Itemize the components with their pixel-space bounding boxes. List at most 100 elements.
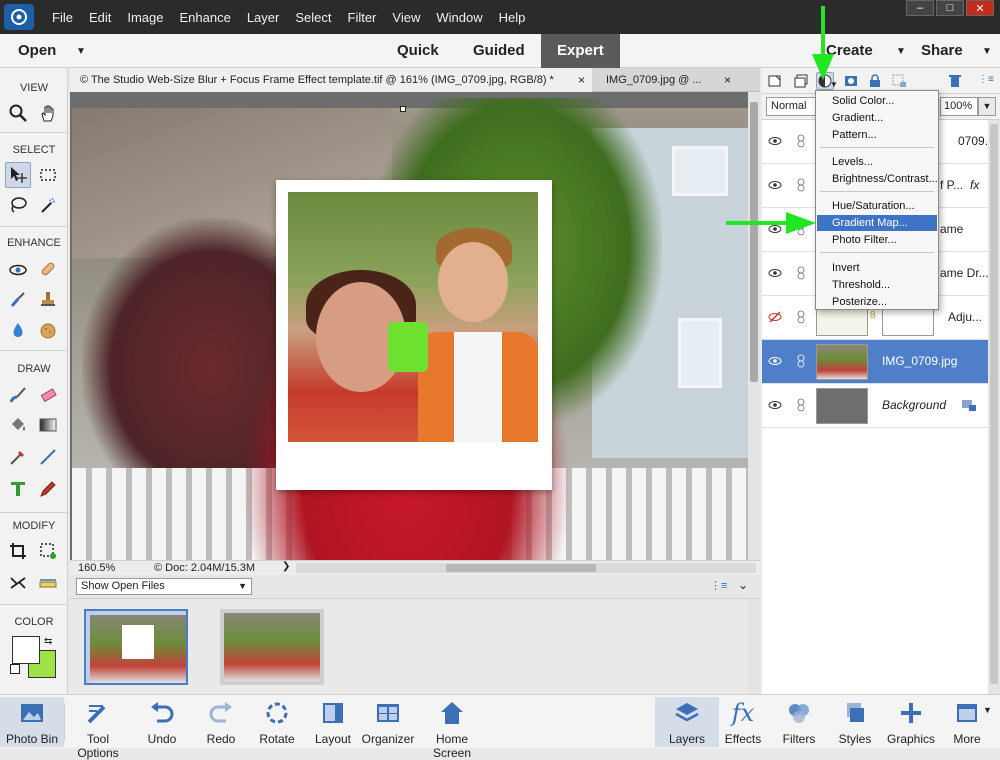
delete-layer-icon[interactable]: [946, 72, 964, 90]
content-aware-move-tool-icon[interactable]: [5, 570, 31, 596]
eyedropper-tool-icon[interactable]: [5, 444, 31, 470]
straighten-tool-icon[interactable]: [35, 570, 61, 596]
organizer-button[interactable]: Organizer: [356, 697, 420, 747]
share-button[interactable]: Share: [921, 42, 963, 59]
image-canvas[interactable]: [70, 92, 748, 560]
layer-row-selected[interactable]: IMG_0709.jpg: [762, 340, 988, 384]
bin-thumbnail-img-0709[interactable]: [220, 609, 324, 685]
menu-layer[interactable]: Layer: [239, 10, 288, 25]
lasso-tool-icon[interactable]: [5, 192, 31, 218]
effects-panel-button[interactable]: fx Effects: [711, 697, 775, 747]
eye-icon[interactable]: [768, 134, 782, 148]
tab-expert[interactable]: Expert: [541, 34, 620, 68]
marquee-tool-icon[interactable]: [35, 162, 61, 188]
hand-tool-icon[interactable]: [35, 100, 61, 126]
spot-healing-tool-icon[interactable]: [35, 256, 61, 282]
new-layer-icon[interactable]: [766, 72, 784, 90]
link-icon[interactable]: [796, 178, 806, 192]
panel-options-menu-icon[interactable]: ⋮≡: [978, 74, 994, 85]
eye-icon[interactable]: [768, 398, 782, 412]
eye-hidden-icon[interactable]: [768, 310, 782, 324]
link-icon[interactable]: [796, 354, 806, 368]
home-screen-button[interactable]: Home Screen: [420, 697, 484, 760]
clone-stamp-tool-icon[interactable]: [35, 286, 61, 312]
pencil-tool-icon[interactable]: [35, 476, 61, 502]
maximize-button[interactable]: □: [936, 0, 964, 16]
canvas-vertical-scroll-thumb[interactable]: [750, 102, 758, 382]
line-tool-icon[interactable]: [35, 444, 61, 470]
photo-bin-source-select[interactable]: Show Open Files ▼: [76, 578, 252, 595]
menu-item-photo-filter[interactable]: Photo Filter...: [817, 232, 937, 248]
menu-item-levels[interactable]: Levels...: [817, 154, 937, 170]
default-colors-icon[interactable]: [10, 664, 20, 674]
redo-button[interactable]: Redo: [189, 697, 253, 747]
status-menu-arrow-icon[interactable]: ❯: [282, 561, 290, 572]
filters-panel-button[interactable]: Filters: [767, 697, 831, 747]
opacity-input[interactable]: 100%: [940, 97, 978, 116]
opacity-dropdown-icon[interactable]: ▼: [978, 97, 996, 116]
canvas-vertical-scrollbar[interactable]: [748, 92, 760, 560]
brush-tool-icon[interactable]: [5, 382, 31, 408]
lock-all-pixels-icon[interactable]: [866, 72, 884, 90]
menu-file[interactable]: File: [44, 10, 81, 25]
link-icon[interactable]: [796, 398, 806, 412]
menu-item-pattern[interactable]: Pattern...: [817, 127, 937, 143]
transform-handle[interactable]: [400, 106, 406, 112]
layer-thumbnail[interactable]: [816, 388, 868, 424]
menu-image[interactable]: Image: [119, 10, 171, 25]
paint-bucket-tool-icon[interactable]: [5, 412, 31, 438]
canvas-horizontal-scrollbar[interactable]: [296, 563, 756, 573]
close-tab-icon[interactable]: ×: [724, 68, 731, 92]
eye-icon[interactable]: [768, 354, 782, 368]
layer-name[interactable]: Background: [882, 398, 946, 412]
layer-name[interactable]: ame: [940, 222, 963, 236]
open-dropdown-caret-icon[interactable]: ▼: [76, 46, 86, 57]
type-tool-icon[interactable]: [5, 476, 31, 502]
tool-options-button[interactable]: Tool Options: [66, 697, 130, 760]
foreground-color-swatch[interactable]: [12, 636, 40, 664]
tab-guided[interactable]: Guided: [457, 34, 541, 68]
link-icon[interactable]: [796, 310, 806, 324]
close-tab-icon[interactable]: ×: [578, 68, 585, 92]
link-icon[interactable]: [796, 134, 806, 148]
layers-scrollbar[interactable]: [988, 120, 1000, 694]
canvas-horizontal-scroll-thumb[interactable]: [446, 564, 596, 572]
menu-window[interactable]: Window: [428, 10, 490, 25]
more-dropdown-caret-icon[interactable]: ▼: [983, 705, 992, 715]
eye-icon[interactable]: [768, 266, 782, 280]
menu-item-gradient[interactable]: Gradient...: [817, 110, 937, 126]
layer-thumbnail[interactable]: [816, 344, 868, 380]
mask-link-icon[interactable]: 8: [870, 310, 876, 321]
rotate-button[interactable]: Rotate: [245, 697, 309, 747]
bin-options-menu-icon[interactable]: ⋮≡: [710, 579, 727, 592]
open-button[interactable]: Open: [18, 42, 56, 59]
zoom-level[interactable]: 160.5%: [78, 562, 115, 574]
tab-img-0709[interactable]: IMG_0709.jpg @ ...: [596, 68, 722, 92]
menu-filter[interactable]: Filter: [340, 10, 385, 25]
undo-button[interactable]: Undo: [130, 697, 194, 747]
layer-name[interactable]: Adju...: [948, 310, 982, 324]
layer-name[interactable]: IMG_0709.jpg: [882, 354, 957, 368]
menu-enhance[interactable]: Enhance: [172, 10, 239, 25]
blend-mode-select[interactable]: Normal: [766, 97, 816, 116]
tab-template-document[interactable]: © The Studio Web-Size Blur + Focus Frame…: [70, 68, 592, 92]
quick-selection-tool-icon[interactable]: [35, 192, 61, 218]
share-dropdown-caret-icon[interactable]: ▼: [982, 46, 992, 57]
swap-colors-icon[interactable]: ⇆: [44, 636, 52, 647]
photo-bin-button[interactable]: Photo Bin: [0, 697, 64, 747]
link-icon[interactable]: [796, 266, 806, 280]
menu-view[interactable]: View: [384, 10, 428, 25]
layer-name[interactable]: ame Dr...: [940, 266, 989, 280]
layer-name[interactable]: f P...: [940, 178, 963, 192]
eraser-tool-icon[interactable]: [35, 382, 61, 408]
minimize-button[interactable]: –: [906, 0, 934, 16]
bin-thumbnail-template[interactable]: [84, 609, 188, 685]
create-dropdown-caret-icon[interactable]: ▼: [896, 46, 906, 57]
gradient-tool-icon[interactable]: [35, 412, 61, 438]
sponge-tool-icon[interactable]: [35, 318, 61, 344]
layers-panel-button[interactable]: Layers: [655, 697, 719, 747]
menu-item-hue-saturation[interactable]: Hue/Saturation...: [817, 198, 937, 214]
red-eye-tool-icon[interactable]: [5, 256, 31, 282]
close-window-button[interactable]: ✕: [966, 0, 994, 16]
crop-tool-icon[interactable]: [5, 538, 31, 564]
